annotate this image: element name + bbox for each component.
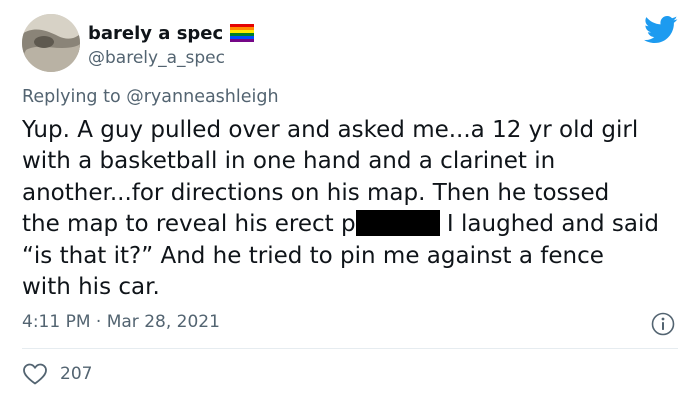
user-name-row: barely a spec <box>88 20 255 46</box>
tweet-line: with his car. <box>22 274 160 301</box>
tweet-time: 4:11 PM <box>22 312 91 332</box>
tweet-timestamp[interactable]: 4:11 PM · Mar 28, 2021 <box>22 312 220 332</box>
heart-icon <box>22 362 48 386</box>
tweet-line-fragment: I laughed and said <box>439 211 659 238</box>
tweet-text: Yup. A guy pulled over and asked me...a … <box>22 115 682 303</box>
avatar[interactable] <box>22 14 80 72</box>
twitter-bird-icon[interactable] <box>644 15 678 45</box>
replying-to: Replying to @ryanneashleigh <box>22 87 279 107</box>
like-button[interactable]: 207 <box>22 362 92 386</box>
tweet-line: “is that it?” And he tried to pin me aga… <box>22 242 604 269</box>
divider <box>22 348 678 349</box>
tweet-date: Mar 28, 2021 <box>106 312 220 332</box>
avatar-image <box>22 14 80 72</box>
timestamp-separator: · <box>90 312 107 332</box>
tweet-line: another...for directions on his map. The… <box>22 179 610 206</box>
rainbow-flag-icon <box>230 24 255 42</box>
info-icon[interactable] <box>650 311 676 337</box>
redaction-box <box>355 210 440 237</box>
user-handle[interactable]: @barely_a_spec <box>88 48 225 68</box>
tweet-line: with a basketball in one hand and a clar… <box>22 148 556 175</box>
tweet-line: Yup. A guy pulled over and asked me...a … <box>22 117 639 143</box>
reply-mention-link[interactable]: @ryanneashleigh <box>126 87 278 107</box>
display-name[interactable]: barely a spec <box>88 23 223 44</box>
tweet-line-fragment: the map to reveal his erect p <box>22 211 356 238</box>
tweet-line: the map to reveal his erect p I laughed … <box>22 209 682 240</box>
like-count: 207 <box>60 364 93 384</box>
replying-to-label: Replying to <box>22 87 127 107</box>
